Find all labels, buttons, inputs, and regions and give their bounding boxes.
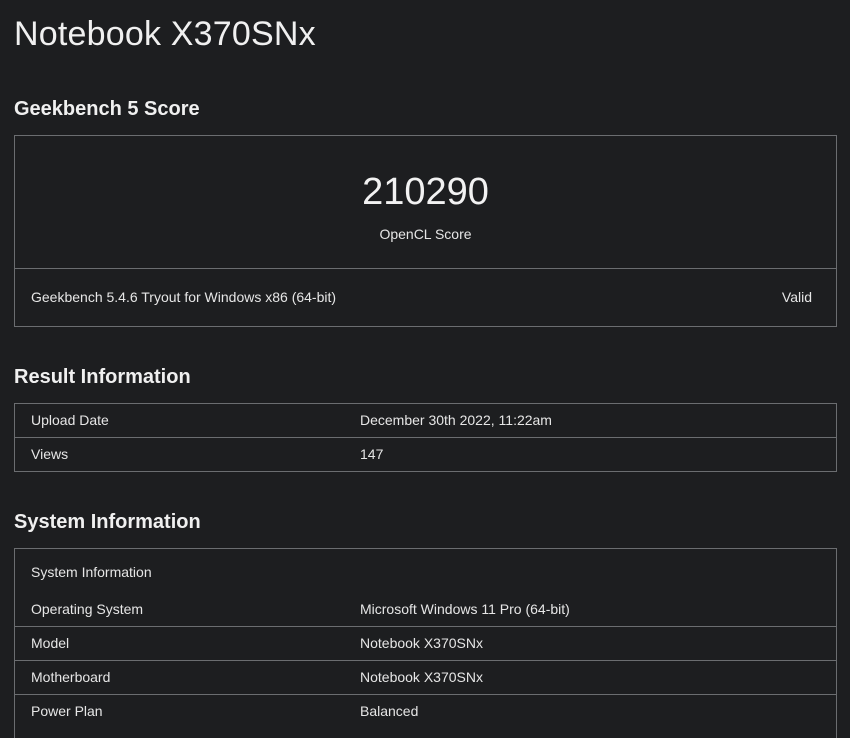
- page: Notebook X370SNx Geekbench 5 Score 21029…: [0, 0, 850, 738]
- benchmark-version: Geekbench 5.4.6 Tryout for Windows x86 (…: [31, 289, 337, 305]
- score-value: 210290: [362, 171, 489, 213]
- table-row: Power Plan Balanced: [15, 695, 836, 728]
- system-info-table: System Information Operating System Micr…: [14, 548, 837, 738]
- row-key-operating-system: Operating System: [31, 601, 144, 617]
- score-card: 210290 OpenCL Score Geekbench 5.4.6 Tryo…: [14, 135, 837, 327]
- row-key-motherboard: Motherboard: [31, 669, 111, 685]
- row-key-upload-date: Upload Date: [31, 412, 109, 428]
- score-footer: Geekbench 5.4.6 Tryout for Windows x86 (…: [15, 269, 836, 326]
- row-key-power-plan: Power Plan: [31, 703, 103, 719]
- row-key-views: Views: [31, 446, 69, 462]
- score-section-title: Geekbench 5 Score: [14, 98, 200, 120]
- row-value-motherboard: Notebook X370SNx: [360, 669, 483, 685]
- row-value-operating-system: Microsoft Windows 11 Pro (64-bit): [360, 601, 570, 617]
- table-row: Model Notebook X370SNx: [15, 627, 836, 661]
- table-row: Upload Date December 30th 2022, 11:22am: [15, 404, 836, 438]
- row-value-views: 147: [360, 446, 384, 462]
- page-title: Notebook X370SNx: [14, 15, 316, 53]
- table-row: Views 147: [15, 438, 836, 471]
- score-label: OpenCL Score: [379, 226, 472, 242]
- row-value-upload-date: December 30th 2022, 11:22am: [360, 412, 552, 428]
- system-subheading-label: System Information: [31, 564, 152, 580]
- table-row: Operating System Microsoft Windows 11 Pr…: [15, 593, 836, 627]
- table-row: Motherboard Notebook X370SNx: [15, 661, 836, 695]
- row-key-model: Model: [31, 635, 70, 651]
- result-section-title: Result Information: [14, 366, 191, 388]
- system-subheading: System Information: [15, 549, 836, 593]
- system-section-title: System Information: [14, 511, 201, 533]
- validity-status: Valid: [781, 289, 812, 305]
- row-value-power-plan: Balanced: [360, 703, 419, 719]
- row-value-model: Notebook X370SNx: [360, 635, 483, 651]
- result-info-table: Upload Date December 30th 2022, 11:22am …: [14, 403, 837, 472]
- score-display: 210290 OpenCL Score: [15, 136, 836, 269]
